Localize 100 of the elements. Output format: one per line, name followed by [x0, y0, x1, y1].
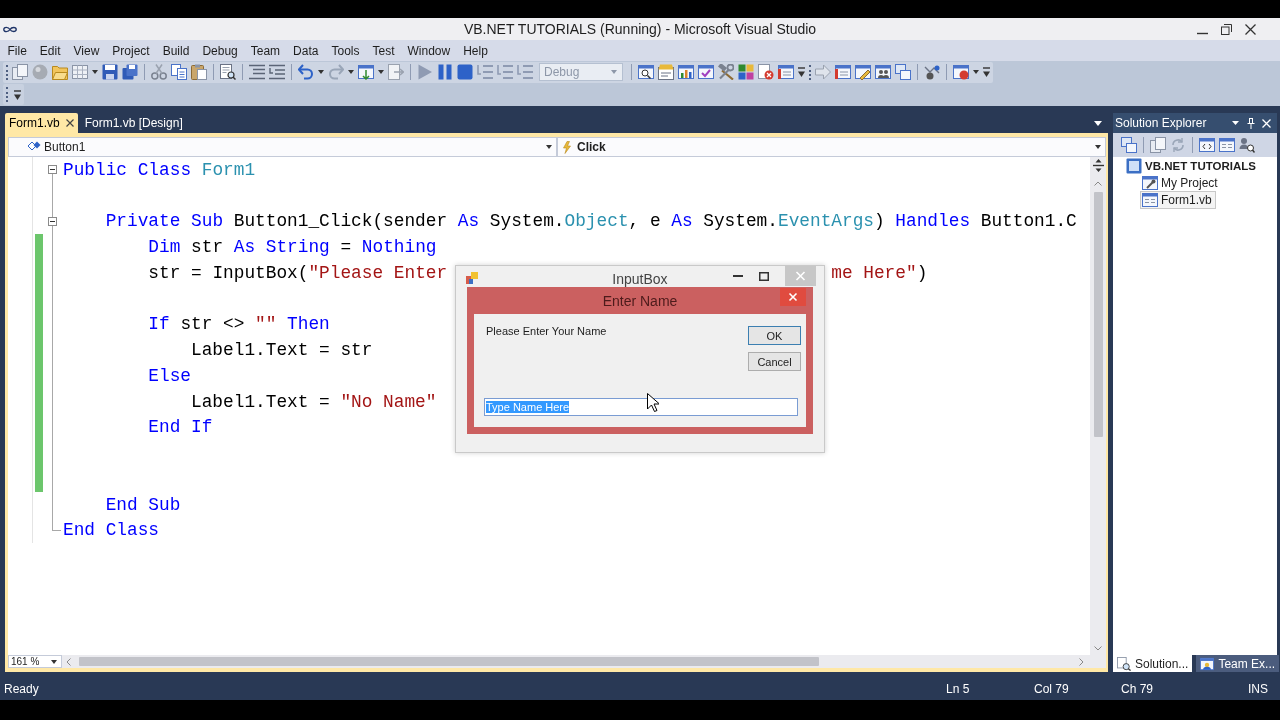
tree-item[interactable]: VB.NET TUTORIALS [1124, 156, 1260, 175]
splitter-icon[interactable] [1092, 159, 1104, 172]
windows-icon[interactable] [895, 64, 911, 80]
tree-item[interactable]: Form1.vb [1140, 190, 1216, 209]
overflow-icon[interactable] [14, 89, 21, 100]
caret-icon [611, 70, 617, 74]
square-tile-icon [1126, 157, 1142, 174]
pin-icon[interactable] [1247, 117, 1255, 129]
scissors-icon[interactable] [151, 64, 167, 80]
undo-icon[interactable] [298, 64, 314, 80]
caret-icon[interactable] [1094, 120, 1102, 126]
status-message: Ready [4, 682, 39, 696]
dialog-button[interactable]: Cancel [748, 352, 801, 371]
window-record-icon[interactable] [953, 64, 969, 80]
blocks-icon[interactable] [738, 64, 754, 80]
overflow-icon[interactable] [983, 67, 990, 77]
collapse-icon[interactable] [47, 216, 57, 226]
card-icon[interactable] [658, 64, 674, 80]
folder-icon[interactable] [52, 64, 68, 80]
panel-tab[interactable]: Team Ex... [1196, 655, 1280, 672]
maximize-icon[interactable] [759, 271, 769, 281]
caret-icon[interactable] [973, 70, 979, 74]
document-error-icon[interactable] [758, 64, 774, 80]
close-icon[interactable] [65, 119, 74, 127]
chart-window-icon[interactable] [678, 64, 694, 80]
window-title: InputBox [612, 271, 668, 287]
code-text: If str <> "" Then [148, 314, 330, 335]
code-text: Public Class Form1 [63, 159, 256, 180]
windows-icon[interactable] [1121, 137, 1137, 153]
caret-icon[interactable] [92, 70, 98, 74]
document-tab[interactable]: Form1.vb [5, 113, 78, 133]
menu-item[interactable]: Data [286, 41, 325, 60]
lines-icon[interactable] [249, 64, 265, 80]
diamond-icon [27, 141, 41, 153]
menu-item[interactable]: Build [156, 41, 196, 60]
menu-item[interactable]: Debug [195, 41, 245, 60]
scroll-right-icon[interactable] [1079, 657, 1084, 666]
lightning-icon [563, 140, 571, 154]
window-people-icon[interactable] [875, 64, 891, 80]
scrollbar-thumb[interactable] [79, 657, 819, 666]
menu-item[interactable]: Tools [324, 41, 366, 60]
floppy-disks-icon[interactable] [122, 64, 138, 80]
collapse-icon[interactable] [47, 165, 57, 175]
dialog-button[interactable]: OK [748, 326, 801, 345]
document-tab[interactable]: Form1.vb [Design] [80, 113, 187, 133]
code-text: Else [148, 365, 192, 386]
window-marker-icon[interactable] [835, 64, 851, 80]
caret-icon[interactable] [348, 70, 354, 74]
menu-item[interactable]: Edit [33, 41, 68, 60]
scroll-left-icon[interactable] [66, 657, 71, 666]
code-text: End If [148, 417, 213, 438]
scroll-down-icon[interactable] [1094, 646, 1102, 651]
menu-item[interactable]: Help [456, 41, 495, 60]
grip-handle[interactable] [809, 64, 811, 80]
tree-item[interactable]: My Project [1140, 173, 1222, 192]
grip-handle[interactable] [6, 64, 8, 80]
window-search-icon[interactable] [638, 64, 654, 80]
menu-item[interactable]: Test [365, 41, 401, 60]
line-number: Ln 5 [946, 682, 971, 696]
copy-icon[interactable] [171, 64, 187, 80]
caret-icon [1095, 145, 1101, 149]
caret-icon[interactable] [378, 70, 384, 74]
document-search-icon[interactable] [220, 64, 236, 80]
menu-item[interactable]: Team [244, 41, 287, 60]
code-text: End Class [63, 520, 160, 541]
mouse-pointer-icon [647, 393, 659, 412]
people-search-icon[interactable] [1239, 137, 1255, 153]
close-icon[interactable] [1245, 23, 1256, 35]
hammer-wrench-icon[interactable] [718, 64, 734, 80]
clipboard-icon[interactable] [191, 64, 207, 80]
documents-icon[interactable] [12, 64, 28, 80]
panel-tab[interactable]: Solution... [1113, 655, 1193, 672]
menu-item[interactable]: File [1, 41, 34, 60]
menu-item[interactable]: Project [105, 41, 157, 60]
caret-icon[interactable] [318, 70, 324, 74]
pause-icon[interactable] [437, 64, 453, 80]
lines-arrow-icon[interactable] [269, 64, 285, 80]
code-text: Label1.Text = str [191, 340, 373, 361]
overflow-icon[interactable] [798, 67, 805, 77]
member-dropdown[interactable]: Click [557, 137, 1106, 157]
grip-handle[interactable] [6, 87, 8, 102]
object-dropdown[interactable]: Button1 [8, 137, 557, 157]
restore-icon[interactable] [1221, 23, 1232, 35]
scroll-up-icon[interactable] [1094, 181, 1102, 186]
menu-item[interactable]: Window [401, 41, 457, 60]
connected-dots-icon[interactable] [924, 64, 940, 80]
window-pen-icon[interactable] [855, 64, 871, 80]
code-text: End Sub [105, 494, 181, 515]
caret-icon[interactable] [1232, 121, 1239, 125]
zoom-dropdown[interactable]: 161 % [8, 655, 62, 668]
column-number: Col 79 [1034, 682, 1070, 696]
menu-item[interactable]: View [67, 41, 106, 60]
form-icon[interactable] [1219, 137, 1235, 153]
scrollbar-thumb[interactable] [1093, 192, 1103, 437]
window-check-icon[interactable] [698, 64, 714, 80]
window-marker-icon[interactable] [778, 64, 794, 80]
stop-icon[interactable] [457, 64, 473, 80]
vertical-scrollbar[interactable] [1090, 157, 1106, 655]
code-window-icon[interactable] [1199, 137, 1215, 153]
documents-icon[interactable] [1150, 137, 1166, 153]
